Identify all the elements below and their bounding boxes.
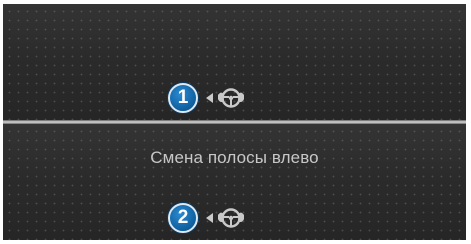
display-frame: 1 Смена полосы влево 2	[3, 4, 466, 240]
callout-badge-2: 2	[168, 203, 198, 233]
steering-wheel-hands-icon	[218, 208, 244, 228]
left-arrow-icon	[206, 213, 213, 223]
display-panel-bottom: Смена полосы влево 2	[3, 124, 466, 240]
lane-assist-indicator-top: 1	[168, 83, 246, 113]
steering-wheel-hands-icon	[218, 88, 244, 108]
display-panel-top: 1	[3, 4, 466, 120]
left-arrow-icon	[206, 93, 213, 103]
callout-badge-1: 1	[168, 83, 198, 113]
lane-assist-indicator-bottom: 2	[168, 203, 246, 233]
lane-change-message: Смена полосы влево	[150, 148, 319, 167]
